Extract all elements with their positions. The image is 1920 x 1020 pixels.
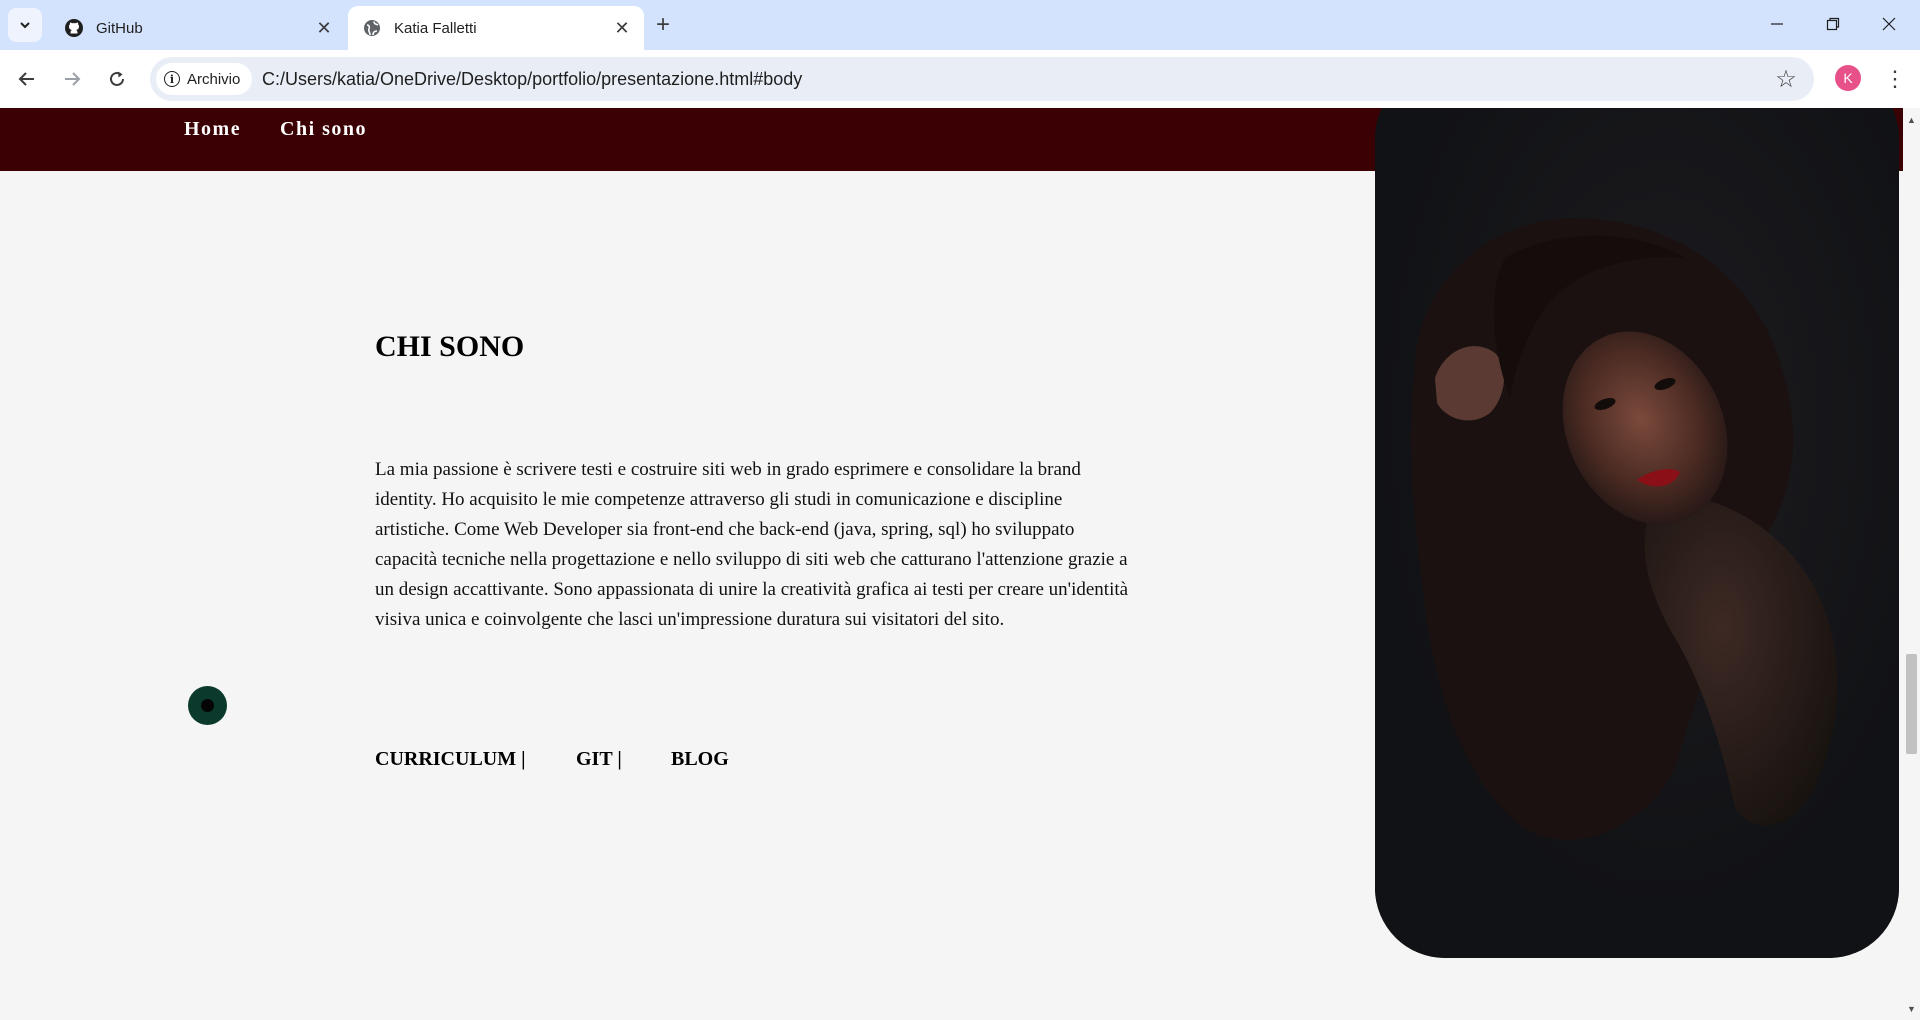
- close-icon[interactable]: ✕: [310, 14, 338, 42]
- address-bar[interactable]: i Archivio C:/Users/katia/OneDrive/Deskt…: [150, 57, 1814, 101]
- portrait-illustration: [1375, 108, 1899, 958]
- tab-strip: GitHub ✕ Katia Falletti ✕ +: [0, 0, 1920, 50]
- page-viewport: Home Chi sono CHI SONO La mia passione è…: [0, 108, 1903, 1020]
- arrow-left-icon: [18, 72, 34, 86]
- url-text[interactable]: C:/Users/katia/OneDrive/Desktop/portfoli…: [262, 57, 802, 101]
- section-title: CHI SONO: [375, 330, 525, 363]
- nav-link-home[interactable]: Home: [184, 118, 241, 141]
- about-paragraph: La mia passione è scrivere testi e costr…: [375, 459, 1129, 630]
- blog-link[interactable]: BLOG: [671, 748, 729, 771]
- tab-search-button[interactable]: [8, 8, 42, 42]
- scroll-down-icon[interactable]: ▼: [1903, 1000, 1920, 1017]
- profile-avatar[interactable]: K: [1835, 65, 1861, 91]
- nav-link-chi-sono[interactable]: Chi sono: [280, 118, 367, 141]
- site-info-label: Archivio: [187, 70, 241, 88]
- minimize-icon: [1771, 23, 1783, 25]
- page-scrollbar[interactable]: ▲ ▼: [1903, 108, 1920, 1020]
- bookmark-star-icon[interactable]: ☆: [1772, 65, 1800, 93]
- close-icon[interactable]: ✕: [608, 14, 636, 42]
- new-tab-button[interactable]: +: [648, 10, 678, 40]
- scroll-up-icon[interactable]: ▲: [1903, 111, 1920, 128]
- info-icon: i: [164, 71, 180, 87]
- close-icon: [1882, 17, 1896, 31]
- browser-toolbar: i Archivio C:/Users/katia/OneDrive/Deskt…: [0, 50, 1920, 108]
- chevron-down-icon: [20, 22, 30, 29]
- reload-button[interactable]: [99, 61, 135, 97]
- git-link[interactable]: GIT |: [576, 748, 622, 771]
- plus-icon: +: [655, 11, 670, 38]
- minimize-button[interactable]: [1749, 0, 1805, 48]
- github-icon: [64, 18, 84, 38]
- arrow-right-icon: [65, 72, 81, 86]
- globe-icon: [362, 18, 382, 38]
- tab-github[interactable]: GitHub ✕: [50, 6, 346, 50]
- custom-cursor: [188, 686, 227, 725]
- scroll-thumb[interactable]: [1906, 654, 1917, 754]
- tab-katia-falletti[interactable]: Katia Falletti ✕: [348, 6, 644, 50]
- restore-button[interactable]: [1805, 0, 1861, 48]
- site-info-chip[interactable]: i Archivio: [156, 63, 253, 95]
- curriculum-link[interactable]: CURRICULUM |: [375, 748, 526, 771]
- close-window-button[interactable]: [1861, 0, 1917, 48]
- tab-title: GitHub: [96, 19, 143, 37]
- forward-button[interactable]: [54, 61, 90, 97]
- restore-icon: [1826, 17, 1840, 31]
- more-menu-icon[interactable]: ⋮: [1880, 64, 1910, 94]
- tab-title: Katia Falletti: [394, 19, 477, 37]
- reload-icon: [110, 71, 124, 86]
- back-button[interactable]: [9, 61, 45, 97]
- portrait-photo: [1375, 108, 1899, 958]
